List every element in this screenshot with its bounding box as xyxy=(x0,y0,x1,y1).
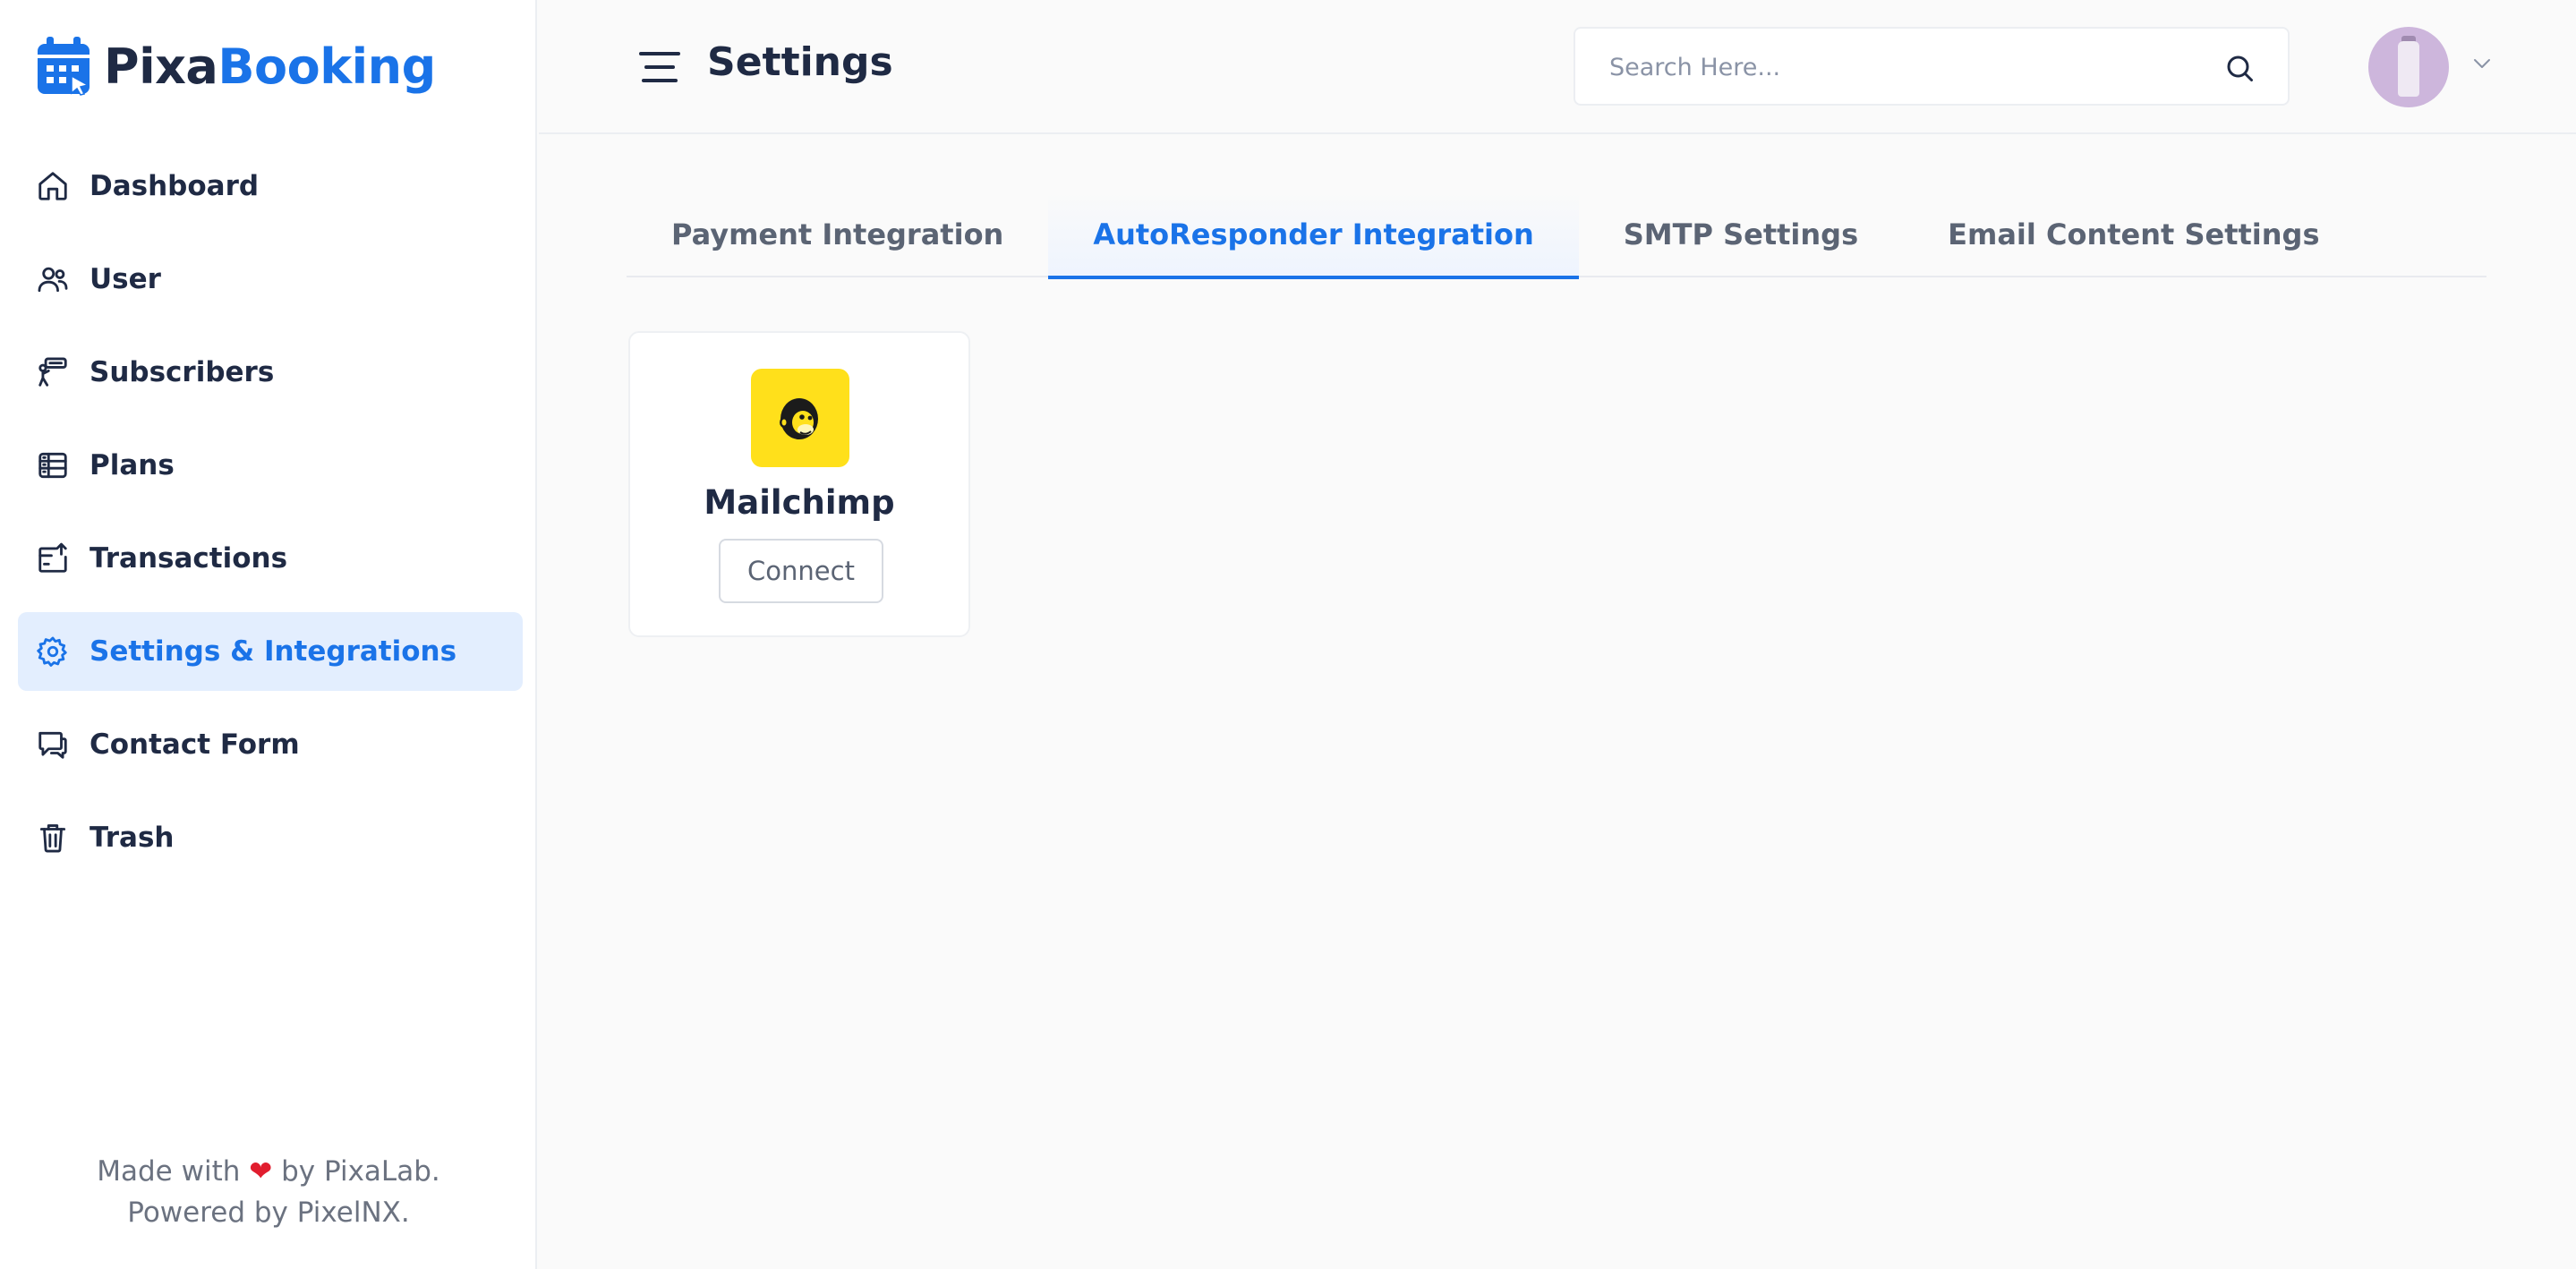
mailchimp-icon xyxy=(751,369,849,467)
integration-card-mailchimp: Mailchimp Connect xyxy=(628,331,970,637)
sidebar-item-label: Transactions xyxy=(90,542,288,575)
made-with-line: Made with ❤ by PixaLab. xyxy=(97,1155,440,1188)
sidebar-item-label: Subscribers xyxy=(90,356,275,388)
connect-button[interactable]: Connect xyxy=(719,539,883,603)
chat-icon xyxy=(36,728,70,762)
sidebar-nav: Dashboard User Subscribers Plans Transac… xyxy=(18,147,523,891)
trash-icon xyxy=(36,821,70,855)
sidebar-item-settings-integrations[interactable]: Settings & Integrations xyxy=(18,612,523,691)
sidebar-item-plans[interactable]: Plans xyxy=(18,426,523,505)
search-box xyxy=(1574,27,2290,106)
tab-payment-integration[interactable]: Payment Integration xyxy=(627,192,1048,277)
menu-toggle-icon[interactable] xyxy=(639,50,680,84)
sidebar-item-transactions[interactable]: Transactions xyxy=(18,519,523,598)
avatar-image-detail xyxy=(2398,41,2419,97)
heart-icon: ❤ xyxy=(249,1155,273,1188)
chevron-down-icon[interactable] xyxy=(2472,57,2492,70)
sidebar-footer: Made with ❤ by PixaLab. Powered by Pixel… xyxy=(0,1151,537,1233)
sidebar-item-user[interactable]: User xyxy=(18,240,523,319)
powered-by-line: Powered by PixelNX. xyxy=(127,1197,410,1229)
sidebar-item-label: Contact Form xyxy=(90,728,300,761)
brand-logo[interactable]: PixaBooking xyxy=(36,34,436,98)
home-icon xyxy=(36,169,70,203)
brand-name: PixaBooking xyxy=(104,38,436,95)
settings-tabs: Payment Integration AutoResponder Integr… xyxy=(627,192,2486,279)
gear-icon xyxy=(36,634,70,669)
plans-icon xyxy=(36,448,70,482)
sidebar-item-label: Trash xyxy=(90,822,175,854)
sidebar-item-trash[interactable]: Trash xyxy=(18,798,523,877)
integration-name: Mailchimp xyxy=(704,483,895,522)
sidebar-item-dashboard[interactable]: Dashboard xyxy=(18,147,523,226)
avatar[interactable] xyxy=(2368,27,2449,107)
tab-email-content-settings[interactable]: Email Content Settings xyxy=(1903,192,2364,277)
sidebar-item-label: Settings & Integrations xyxy=(90,635,457,668)
sidebar-item-contact-form[interactable]: Contact Form xyxy=(18,705,523,784)
tab-autoresponder-integration[interactable]: AutoResponder Integration xyxy=(1048,192,1580,279)
users-icon xyxy=(36,262,70,296)
sidebar-item-label: Dashboard xyxy=(90,170,260,202)
top-header: Settings xyxy=(539,0,2576,134)
app-root: PixaBooking Dashboard User Subscribers P… xyxy=(0,0,2576,1269)
sidebar: PixaBooking Dashboard User Subscribers P… xyxy=(0,0,537,1269)
search-icon[interactable] xyxy=(2223,52,2256,84)
page-title: Settings xyxy=(707,39,893,85)
sidebar-item-label: Plans xyxy=(90,449,175,481)
sidebar-item-label: User xyxy=(90,263,161,295)
transactions-icon xyxy=(36,541,70,575)
search-input[interactable] xyxy=(1609,45,2218,89)
tab-smtp-settings[interactable]: SMTP Settings xyxy=(1579,192,1903,277)
calendar-logo-icon xyxy=(38,37,90,96)
sidebar-item-subscribers[interactable]: Subscribers xyxy=(18,333,523,412)
subscribers-icon xyxy=(36,355,70,389)
